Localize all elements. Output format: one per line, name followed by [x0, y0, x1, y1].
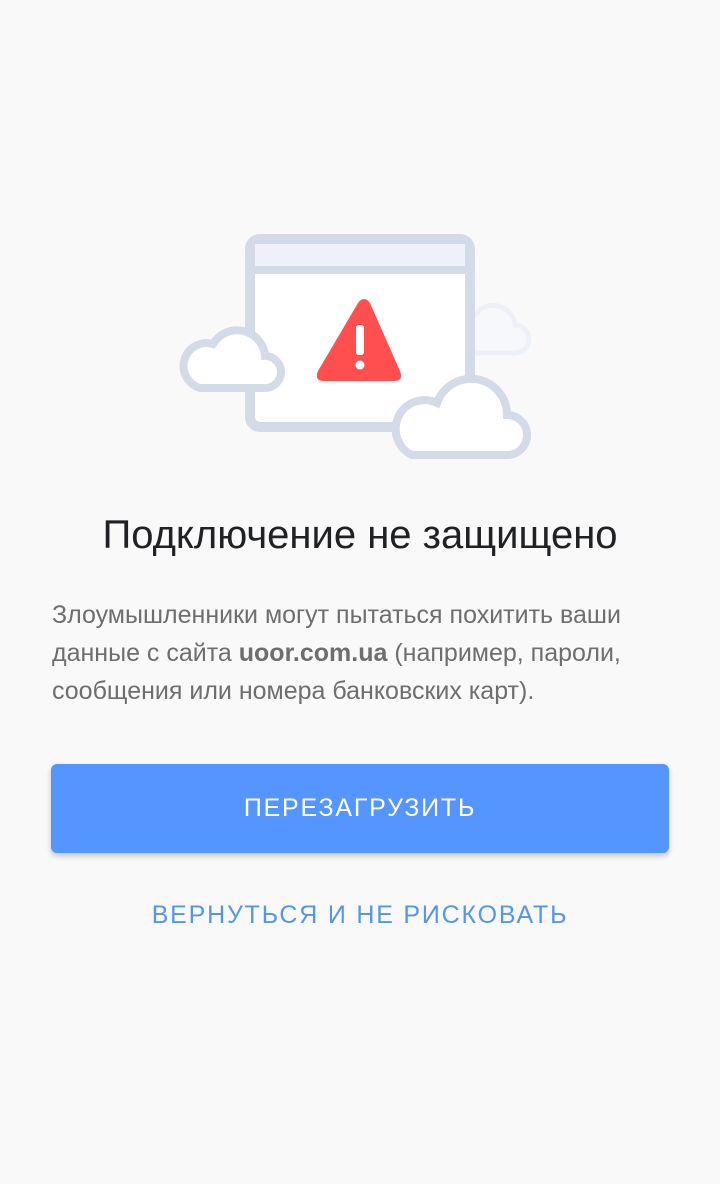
warning-description: Злоумышленники могут пытаться похитить в…	[52, 596, 676, 710]
browser-warning-illustration	[170, 225, 550, 475]
site-domain: uoor.com.ua	[238, 639, 388, 667]
reload-button[interactable]: ПЕРЕЗАГРУЗИТЬ	[51, 764, 669, 853]
page-title: Подключение не защищено	[102, 513, 618, 557]
go-back-link[interactable]: ВЕРНУТЬСЯ И НЕ РИСКОВАТЬ	[0, 896, 720, 934]
